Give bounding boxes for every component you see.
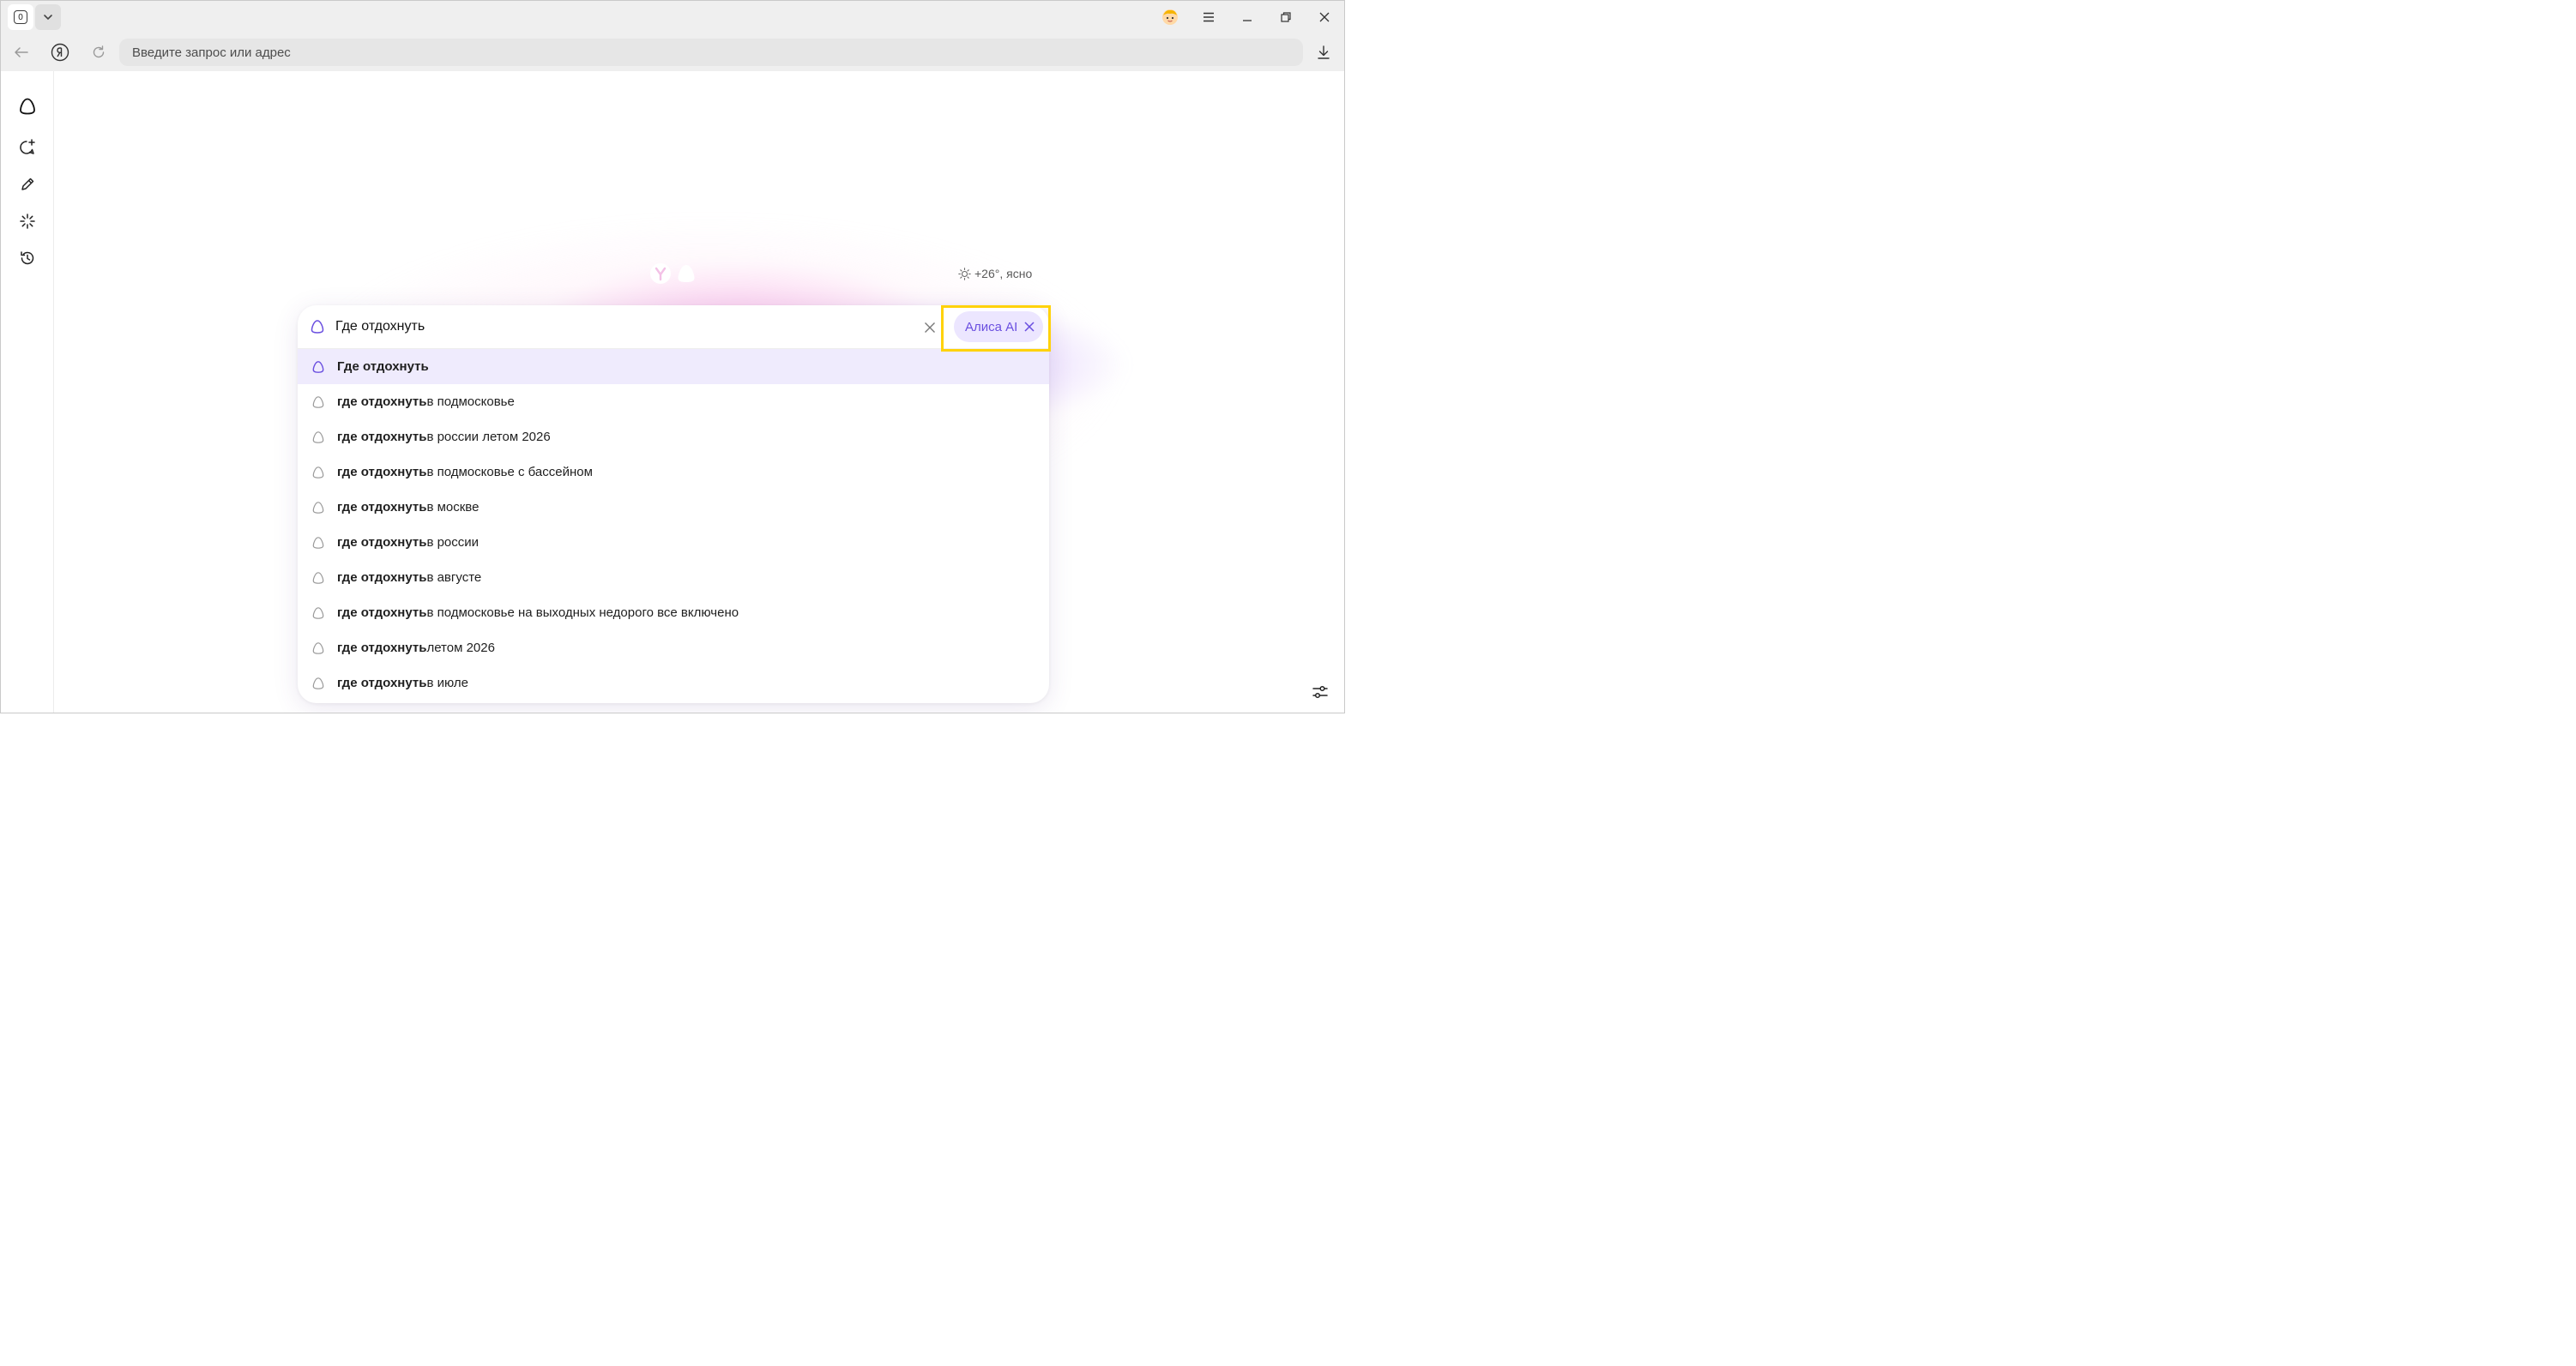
chevron-down-icon xyxy=(44,15,52,21)
tab-counter-button[interactable]: 0 xyxy=(8,4,33,30)
yandex-alice-logo xyxy=(649,262,697,285)
sliders-icon xyxy=(1312,685,1328,699)
restore-icon xyxy=(1281,12,1291,22)
weather-widget[interactable]: +26°, ясно xyxy=(958,266,1032,281)
arrow-left-icon xyxy=(15,47,28,57)
reload-button[interactable] xyxy=(87,40,111,64)
clear-query-button[interactable] xyxy=(920,318,939,337)
sidebar-sparkle-button[interactable] xyxy=(14,208,41,235)
close-window-button[interactable] xyxy=(1312,6,1337,28)
download-icon xyxy=(1318,45,1330,59)
new-tab-page: +26°, ясно Алиса AI xyxy=(54,71,1344,713)
downloads-button[interactable] xyxy=(1312,40,1336,64)
tab-count: 0 xyxy=(14,10,27,24)
sidebar-write-button[interactable] xyxy=(14,171,41,198)
restore-button[interactable] xyxy=(1273,6,1299,28)
alice-icon xyxy=(312,641,324,654)
alice-icon xyxy=(312,536,324,549)
alice-icon xyxy=(312,677,324,689)
suggestion-item[interactable]: где отдохнуть в подмосковье с бассейном xyxy=(298,454,1049,490)
suggestion-list: Где отдохнуть где отдохнуть в подмосковь… xyxy=(298,349,1049,701)
hamburger-icon xyxy=(1204,12,1214,22)
yandex-logo-icon xyxy=(51,43,69,62)
page-settings-button[interactable] xyxy=(1308,680,1332,704)
alice-icon xyxy=(312,430,324,443)
alice-icon xyxy=(312,606,324,619)
history-icon xyxy=(21,251,34,265)
suggestion-item[interactable]: где отдохнуть в подмосковье на выходных … xyxy=(298,595,1049,630)
close-icon xyxy=(1319,12,1330,22)
yandex-browser-logo-icon xyxy=(650,263,671,284)
search-input[interactable] xyxy=(335,316,884,338)
back-button[interactable] xyxy=(9,40,33,64)
tabs-dropdown-button[interactable] xyxy=(35,4,61,30)
menu-button[interactable] xyxy=(1196,6,1222,28)
close-icon[interactable] xyxy=(1024,322,1035,332)
suggestion-item[interactable]: где отдохнуть летом 2026 xyxy=(298,630,1049,665)
suggestion-item[interactable]: где отдохнуть в подмосковье xyxy=(298,384,1049,419)
address-bar[interactable] xyxy=(119,39,1303,66)
alice-icon xyxy=(312,395,324,408)
search-bar: Алиса AI xyxy=(298,305,1049,349)
pencil-icon xyxy=(21,178,34,190)
alice-logo-icon xyxy=(678,265,695,282)
new-chat-icon xyxy=(20,139,35,154)
alice-icon xyxy=(20,98,35,115)
alice-icon xyxy=(312,571,324,584)
minimize-icon xyxy=(1243,20,1252,21)
suggestion-item[interactable]: где отдохнуть в августе xyxy=(298,560,1049,595)
close-icon xyxy=(925,322,935,333)
browser-toolbar: 0 xyxy=(1,1,1344,71)
alice-ai-chip[interactable]: Алиса AI xyxy=(954,311,1043,342)
sidebar-new-chat-button[interactable] xyxy=(14,134,41,161)
yandex-home-button[interactable] xyxy=(48,40,72,64)
sidebar-history-button[interactable] xyxy=(14,244,41,272)
sun-icon xyxy=(958,267,971,280)
suggestion-item[interactable]: где отдохнуть в россии xyxy=(298,525,1049,560)
avatar-icon xyxy=(1162,9,1178,25)
alice-ai-chip-label: Алиса AI xyxy=(965,319,1018,334)
sidebar xyxy=(1,71,54,713)
suggestion-item[interactable]: где отдохнуть в россии летом 2026 xyxy=(298,419,1049,454)
address-input[interactable] xyxy=(132,45,1303,60)
sidebar-alice-button[interactable] xyxy=(14,93,41,120)
search-panel: Алиса AI Где отдохнуть г xyxy=(298,305,1049,703)
browser-window: 0 Введите запрос или адрес +26°, ясно Гд… xyxy=(0,0,1345,713)
weather-text: +26°, ясно xyxy=(974,267,1033,280)
alice-icon xyxy=(312,466,324,478)
suggestion-item[interactable]: где отдохнуть в москве xyxy=(298,490,1049,525)
reload-icon xyxy=(93,45,105,58)
minimize-button[interactable] xyxy=(1234,6,1260,28)
suggestion-item[interactable]: где отдохнуть в июле xyxy=(298,665,1049,701)
suggestion-item[interactable]: Где отдохнуть xyxy=(298,349,1049,384)
profile-avatar-button[interactable] xyxy=(1157,6,1183,28)
alice-icon xyxy=(312,501,324,514)
alice-icon xyxy=(311,320,324,334)
sparkle-icon xyxy=(20,214,35,229)
alice-icon xyxy=(312,360,324,373)
